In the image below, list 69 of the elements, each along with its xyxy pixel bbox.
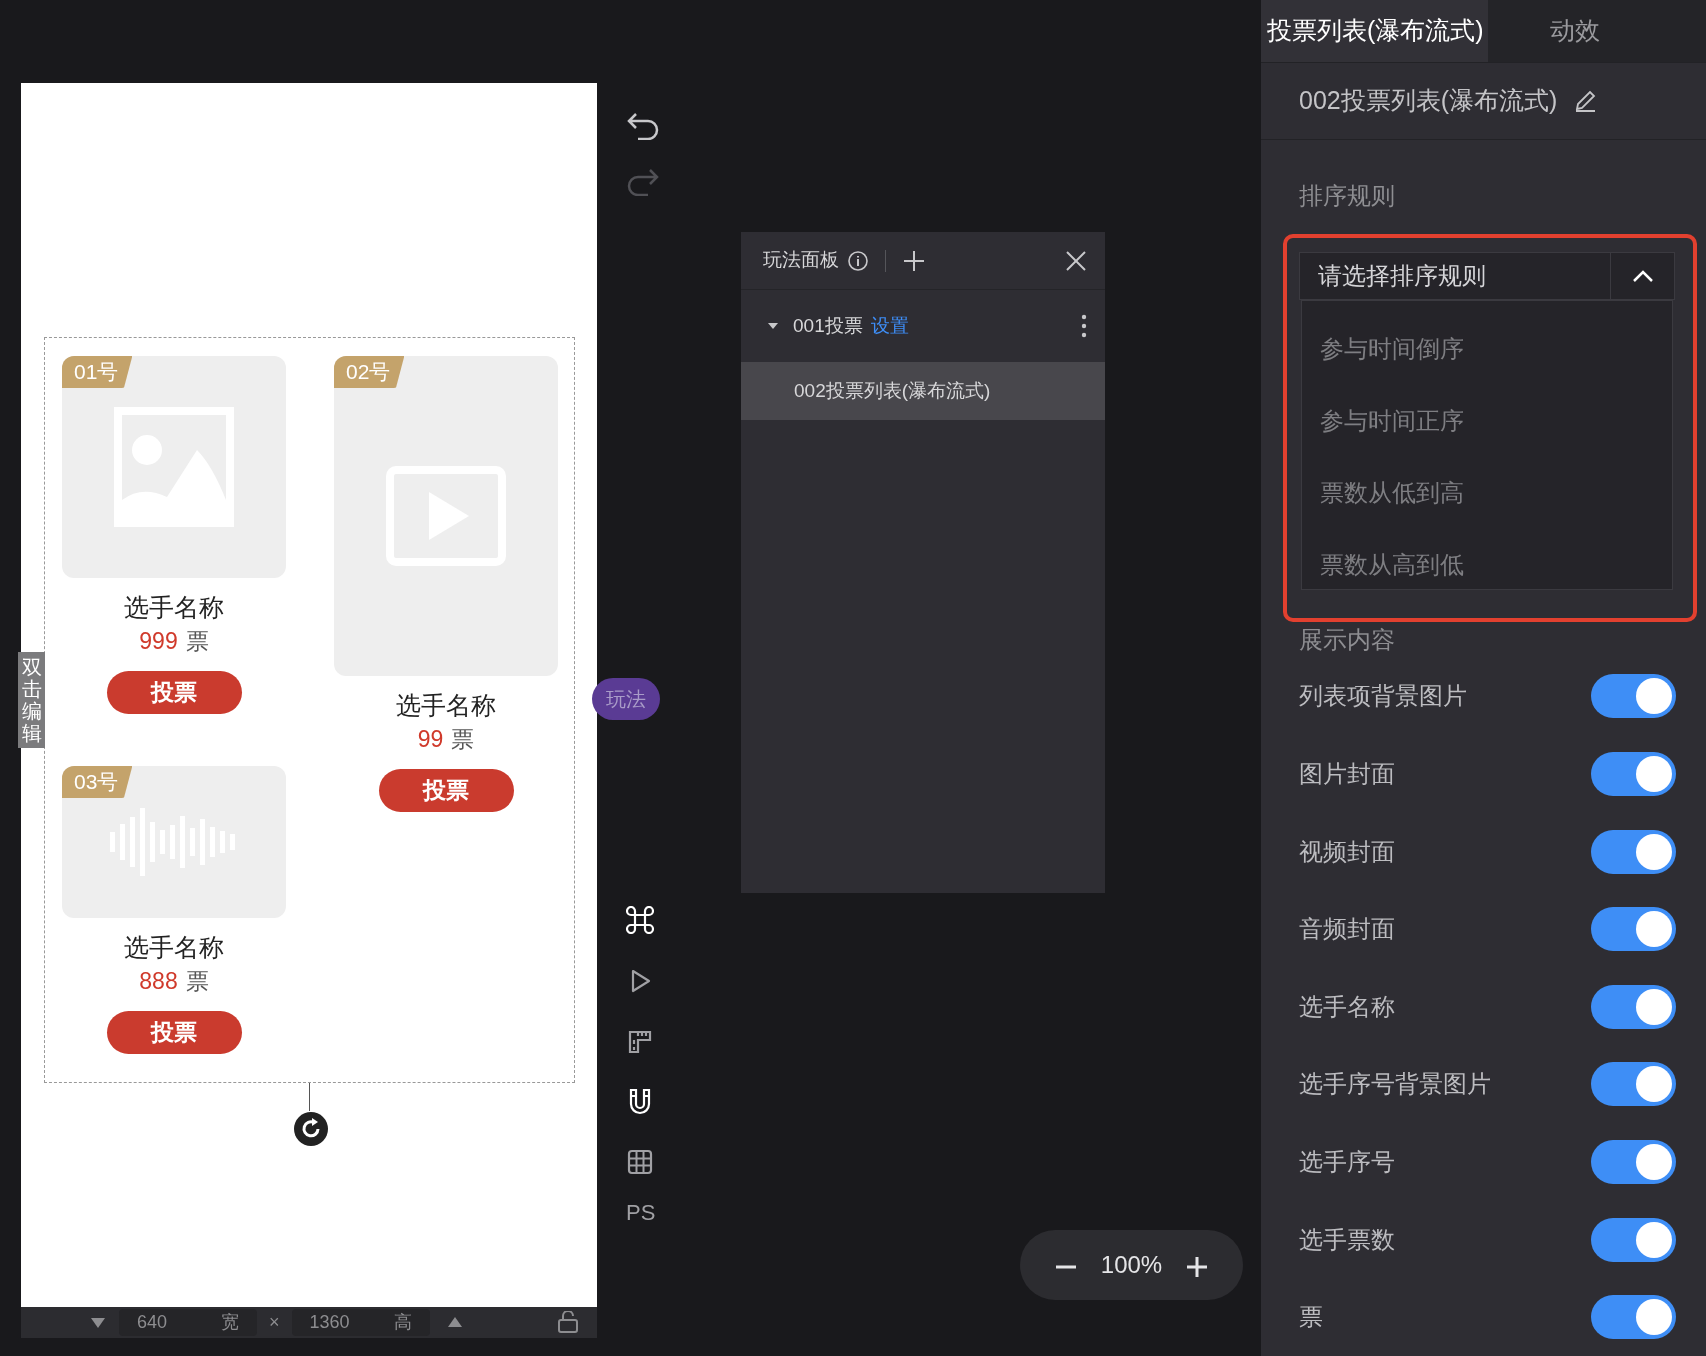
toggle-switch[interactable] [1591, 907, 1676, 952]
number-tag: 03号 [62, 766, 133, 798]
toggle-switch[interactable] [1591, 1217, 1676, 1262]
add-icon[interactable] [902, 248, 926, 273]
dropdown-option[interactable]: 票数从低到高 [1320, 474, 1464, 511]
grid-icon[interactable] [626, 1148, 654, 1176]
ruler-icon[interactable] [626, 1028, 654, 1056]
ps-button[interactable]: PS [626, 1196, 656, 1229]
toggle-label: 音频封面 [1299, 914, 1395, 945]
command-icon[interactable] [626, 906, 654, 934]
times-sign: × [269, 1311, 280, 1334]
tree-item[interactable]: 002投票列表(瀑布流式) [741, 362, 1105, 420]
toggle-switch[interactable] [1591, 1140, 1676, 1185]
toggle-switch[interactable] [1591, 984, 1676, 1029]
vote-count: 99 [417, 725, 444, 754]
caret-icon[interactable] [1631, 268, 1654, 283]
player-name: 选手名称 [124, 932, 224, 963]
toggle-label: 选手序号 [1299, 1147, 1395, 1178]
vote-unit: 票 [451, 725, 475, 754]
tree-item[interactable]: 001投票 [793, 311, 863, 341]
info-icon[interactable] [847, 249, 869, 272]
component-name: 002投票列表(瀑布流式) [1299, 85, 1558, 117]
player-name: 选手名称 [396, 690, 496, 721]
settings-link[interactable]: 设置 [870, 311, 909, 341]
unlock-icon[interactable] [557, 1311, 579, 1333]
rotate-handle-icon[interactable] [293, 1111, 329, 1147]
toggle-switch[interactable] [1591, 1062, 1676, 1107]
section-label: 展示内容 [1298, 624, 1396, 655]
toggle-switch[interactable] [1591, 829, 1676, 874]
toggle-label: 列表项背景图片 [1299, 681, 1467, 712]
sort-select[interactable]: 请选择排序规则 [1299, 251, 1675, 300]
up-arrow-icon[interactable] [447, 1317, 462, 1327]
number-tag: 01号 [62, 356, 133, 388]
toggle-label: 图片封面 [1299, 759, 1395, 789]
vote-unit: 票 [185, 967, 209, 996]
toggle-label: 选手序号背景图片 [1299, 1069, 1491, 1100]
zoom-level: 100% [1100, 1250, 1163, 1280]
zoom-in-icon[interactable] [1186, 1255, 1209, 1278]
vote-count: 888 [139, 967, 178, 996]
undo-icon[interactable] [626, 110, 660, 140]
vote-count: 999 [139, 627, 178, 656]
dropdown-option[interactable]: 参与时间正序 [1320, 402, 1464, 439]
section-label: 排序规则 [1298, 180, 1396, 211]
play-pill[interactable]: 玩法 [592, 678, 660, 720]
edit-icon[interactable] [1573, 88, 1598, 113]
vote-button[interactable]: 投票 [106, 1011, 242, 1054]
toggle-switch[interactable] [1591, 674, 1676, 719]
panel-title: 玩法面板 [763, 248, 839, 273]
dropdown-option[interactable]: 参与时间倒序 [1320, 330, 1464, 367]
toggle-switch[interactable] [1591, 752, 1676, 796]
close-icon[interactable] [1065, 249, 1087, 272]
vote-button[interactable]: 投票 [106, 671, 242, 714]
size-input-field[interactable]: 640 宽 [119, 1309, 257, 1336]
inspector-tab[interactable]: 投票列表(瀑布流式) [1261, 0, 1488, 62]
toggle-label: 选手票数 [1299, 1224, 1395, 1255]
vote-unit: 票 [185, 627, 209, 656]
inspector-tab[interactable]: 动效 [1488, 0, 1706, 62]
number-tag: 02号 [334, 356, 405, 388]
toggle-switch[interactable] [1591, 1295, 1676, 1340]
toggle-label: 票 [1299, 1302, 1323, 1333]
toggle-label: 选手名称 [1299, 991, 1395, 1022]
dropdown-arrow-icon[interactable] [91, 1318, 105, 1328]
vote-button[interactable]: 投票 [378, 769, 514, 812]
player-name: 选手名称 [124, 592, 224, 623]
more-icon[interactable] [1081, 314, 1087, 338]
dropdown-option[interactable]: 票数从高到低 [1320, 546, 1464, 583]
toggle-label: 视频封面 [1299, 836, 1395, 867]
size-input-field[interactable]: 1360 高 [291, 1309, 430, 1336]
edit-hint-label: 双击编辑 [18, 652, 45, 748]
